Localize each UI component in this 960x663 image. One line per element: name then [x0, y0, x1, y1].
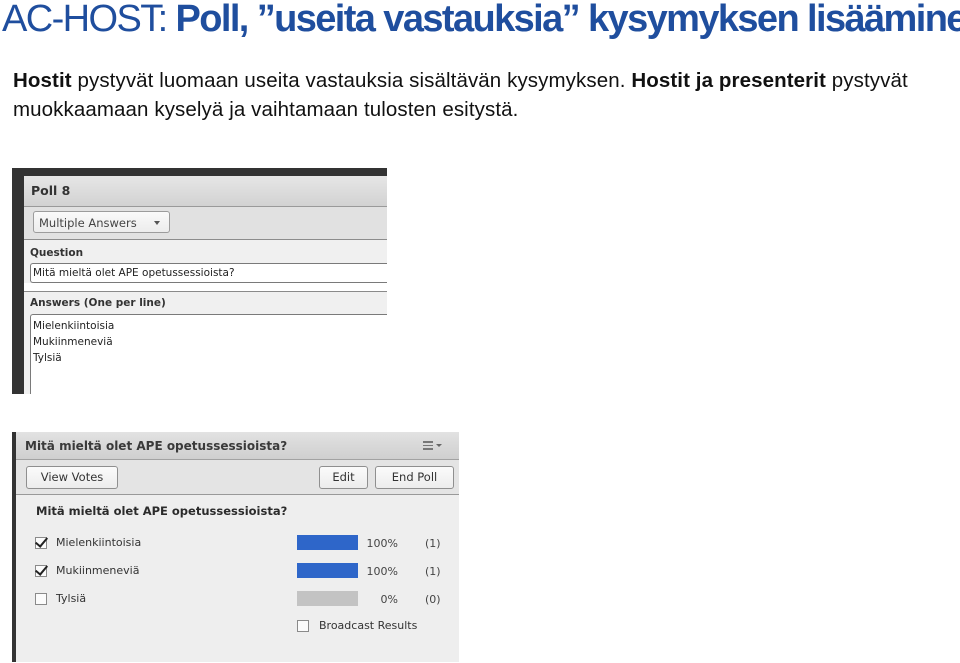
view-votes-button[interactable]: View Votes [26, 466, 118, 489]
poll-results-title: Mitä mieltä olet APE opetussessioista? [25, 439, 288, 453]
result-bar [297, 535, 358, 550]
poll-title: Poll 8 [31, 183, 71, 198]
edit-button[interactable]: Edit [319, 466, 368, 489]
poll-type-select[interactable]: Multiple Answers [33, 211, 170, 233]
result-bar-fill [297, 535, 358, 550]
checkmark-icon [34, 534, 49, 548]
chevron-down-icon [436, 444, 442, 447]
answer-line: Mukiinmeneviä [33, 336, 113, 348]
answer-checkbox[interactable] [34, 534, 49, 549]
chevron-down-icon [154, 221, 160, 225]
question-label: Question [30, 247, 84, 259]
answer-checkbox[interactable] [35, 593, 47, 605]
result-percent: 100% [366, 537, 398, 550]
slide-title-prefix: AC-HOST: [2, 0, 176, 40]
slide-body-text: Hostit pystyvät luomaan useita vastauksi… [13, 66, 953, 124]
answer-label: Mukiinmeneviä [56, 564, 140, 577]
poll-editor-panel: Poll 8 Multiple Answers Question Mitä mi… [12, 168, 387, 394]
poll-results-panel: Mitä mieltä olet APE opetussessioista? V… [12, 432, 459, 662]
result-percent: 0% [380, 593, 398, 606]
answers-textarea[interactable]: Mielenkiintoisia Mukiinmeneviä Tylsiä [30, 314, 387, 394]
broadcast-results-label: Broadcast Results [319, 619, 418, 632]
result-row: Mukiinmeneviä 100% (1) [16, 561, 459, 581]
broadcast-results-checkbox[interactable] [297, 620, 309, 632]
poll-editor-body: Poll 8 Multiple Answers Question Mitä mi… [24, 176, 387, 394]
result-count: (0) [425, 593, 441, 606]
poll-type-select-value: Multiple Answers [39, 216, 137, 230]
poll-question: Mitä mieltä olet APE opetussessioista? [36, 504, 288, 518]
slide-title-main: Poll, ”useita vastauksia” kysymyksen lis… [175, 0, 960, 40]
answer-checkbox[interactable] [34, 562, 49, 577]
poll-results-body: Mitä mieltä olet APE opetussessioista? V… [16, 432, 459, 662]
slide-title: AC-HOST: Poll, ”useita vastauksia” kysym… [2, 0, 960, 44]
result-count: (1) [425, 537, 441, 550]
spacer [24, 283, 387, 291]
body-segment: Hostit [13, 69, 72, 92]
hamburger-menu-icon[interactable] [423, 440, 445, 452]
checkmark-icon [34, 562, 49, 576]
poll-results-header: Mitä mieltä olet APE opetussessioista? [16, 432, 459, 460]
poll-type-bar: Multiple Answers [24, 207, 387, 240]
answer-line: Tylsiä [33, 352, 62, 364]
body-segment: pystyvät luomaan useita vastauksia sisäl… [71, 69, 632, 92]
answer-line: Mielenkiintoisia [33, 320, 115, 332]
result-count: (1) [425, 565, 441, 578]
result-row: Mielenkiintoisia 100% (1) [16, 533, 459, 553]
answer-label: Tylsiä [56, 592, 87, 605]
result-bar-fill [297, 563, 358, 578]
question-input[interactable]: Mitä mieltä olet APE opetussessioista? [30, 263, 387, 283]
answer-label: Mielenkiintoisia [56, 536, 142, 549]
question-label-bar: Question [24, 240, 387, 263]
result-bar [297, 563, 358, 578]
answers-label: Answers (One per line) [30, 297, 166, 309]
poll-results-toolbar: View Votes Edit End Poll [16, 460, 459, 495]
result-row: Tylsiä 0% (0) [16, 589, 459, 609]
result-bar [297, 591, 358, 606]
poll-editor-header: Poll 8 [24, 176, 387, 207]
answers-label-bar: Answers (One per line) [24, 291, 387, 314]
body-segment: Hostit ja presenterit [631, 69, 826, 92]
result-percent: 100% [366, 565, 398, 578]
end-poll-button[interactable]: End Poll [375, 466, 454, 489]
